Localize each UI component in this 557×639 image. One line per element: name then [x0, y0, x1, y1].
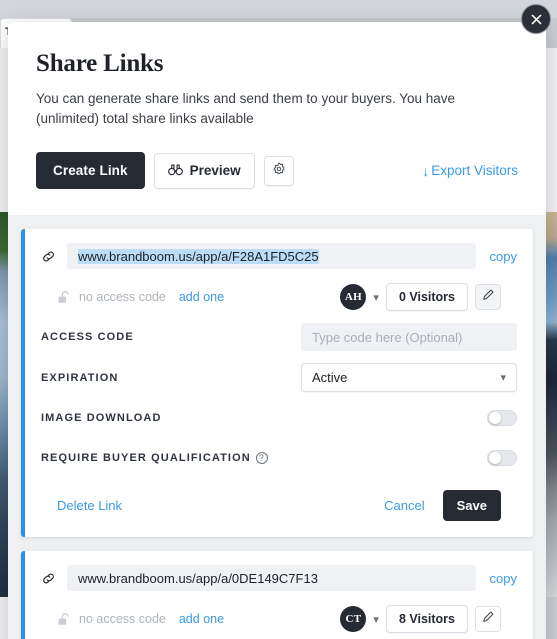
unlocked-padlock-icon — [57, 612, 71, 627]
cancel-button[interactable]: Cancel — [384, 498, 424, 513]
edit-link-button[interactable] — [475, 284, 501, 310]
share-link-url-field[interactable]: www.brandboom.us/app/a/0DE149C7F13 — [67, 565, 476, 591]
pencil-icon — [482, 610, 495, 628]
expiration-value: Active — [312, 370, 348, 385]
buyer-qualification-row: REQUIRE BUYER QUALIFICATION ? — [41, 432, 517, 472]
image-download-toggle[interactable] — [487, 410, 517, 426]
preview-button-label: Preview — [189, 163, 241, 178]
chevron-down-icon[interactable]: ▾ — [373, 613, 379, 626]
share-link-meta-right: AH ▾ 0 Visitors — [340, 283, 501, 311]
buyer-qualification-label-text: REQUIRE BUYER QUALIFICATION — [41, 452, 251, 464]
share-link-url-text: www.brandboom.us/app/a/0DE149C7F13 — [78, 570, 318, 586]
share-link-form-actions: Delete Link Cancel Save — [41, 472, 517, 537]
access-code-row: ACCESS CODE — [41, 311, 517, 351]
share-link-url-text: www.brandboom.us/app/a/F28A1FD5C25 — [78, 248, 319, 264]
background-topbar — [0, 0, 557, 18]
visitors-button[interactable]: 0 Visitors — [385, 283, 468, 311]
share-links-modal: Share Links You can generate share links… — [8, 22, 546, 639]
access-code-control — [301, 323, 517, 351]
image-download-row: IMAGE DOWNLOAD — [41, 392, 517, 432]
chevron-down-icon[interactable]: ▾ — [373, 291, 379, 304]
share-link-card: www.brandboom.us/app/a/F28A1FD5C25 copy … — [21, 229, 533, 537]
buyer-qualification-label: REQUIRE BUYER QUALIFICATION ? — [41, 452, 268, 464]
delete-link-button[interactable]: Delete Link — [57, 498, 122, 513]
access-code-input[interactable] — [301, 323, 517, 351]
modal-subtitle: You can generate share links and send th… — [36, 91, 456, 126]
share-link-card: www.brandboom.us/app/a/0DE149C7F13 copy … — [21, 551, 533, 639]
expiration-row: EXPIRATION Active ▾ — [41, 351, 517, 392]
add-access-code-link[interactable]: add one — [179, 612, 224, 626]
expiration-select[interactable]: Active ▾ — [301, 363, 517, 392]
share-link-url-row: www.brandboom.us/app/a/F28A1FD5C25 copy — [41, 243, 517, 269]
save-button[interactable]: Save — [442, 490, 501, 521]
settings-button[interactable] — [263, 155, 294, 186]
chevron-down-icon: ▾ — [500, 372, 506, 384]
add-access-code-link[interactable]: add one — [179, 290, 224, 304]
expiration-control: Active ▾ — [301, 363, 517, 392]
close-button[interactable] — [521, 4, 551, 34]
buyer-qualification-control — [487, 450, 517, 466]
avatar[interactable]: AH — [340, 284, 367, 310]
share-link-url-field[interactable]: www.brandboom.us/app/a/F28A1FD5C25 — [67, 243, 476, 269]
toolbar: Create Link Preview ↓ Export Visitors — [36, 152, 518, 215]
avatar[interactable]: CT — [340, 606, 367, 632]
binoculars-icon — [167, 163, 183, 179]
no-access-code-text: no access code — [79, 612, 166, 626]
share-link-form: ACCESS CODE EXPIRATION Active ▾ — [25, 311, 533, 537]
create-link-button[interactable]: Create Link — [36, 152, 145, 189]
copy-link-button[interactable]: copy — [487, 249, 517, 264]
modal-header: Share Links You can generate share links… — [8, 22, 546, 215]
share-link-url-row: www.brandboom.us/app/a/0DE149C7F13 copy — [41, 565, 517, 591]
buyer-qualification-toggle[interactable] — [487, 450, 517, 466]
gear-icon — [272, 162, 286, 179]
export-visitors-link[interactable]: ↓ Export Visitors — [422, 163, 518, 178]
export-visitors-label: Export Visitors — [431, 163, 518, 178]
unlocked-padlock-icon — [57, 290, 71, 305]
help-icon[interactable]: ? — [255, 452, 268, 464]
chain-link-icon — [41, 571, 56, 586]
chain-link-icon — [41, 249, 56, 264]
share-link-meta-row: no access code add one CT ▾ 8 Visitors — [41, 591, 517, 633]
share-link-meta-row: no access code add one AH ▾ 0 Visitors — [41, 269, 517, 311]
visitors-button[interactable]: 8 Visitors — [385, 605, 468, 633]
share-links-list: www.brandboom.us/app/a/F28A1FD5C25 copy … — [8, 215, 546, 639]
edit-link-button[interactable] — [475, 606, 501, 632]
toggle-knob — [489, 452, 501, 464]
copy-link-button[interactable]: copy — [487, 571, 517, 586]
image-download-label: IMAGE DOWNLOAD — [41, 412, 162, 424]
share-link-meta-right: CT ▾ 8 Visitors — [340, 605, 501, 633]
share-link-card-top: www.brandboom.us/app/a/F28A1FD5C25 copy … — [25, 229, 533, 311]
pencil-icon — [482, 288, 495, 306]
access-code-label: ACCESS CODE — [41, 331, 134, 343]
image-download-control — [487, 410, 517, 426]
share-link-card-top: www.brandboom.us/app/a/0DE149C7F13 copy … — [25, 551, 533, 639]
close-icon — [530, 13, 543, 26]
page-title: Share Links — [36, 50, 164, 77]
preview-button[interactable]: Preview — [153, 152, 255, 189]
download-arrow-icon: ↓ — [422, 162, 430, 179]
no-access-code-text: no access code — [79, 290, 166, 304]
expiration-label: EXPIRATION — [41, 371, 119, 384]
toggle-knob — [489, 412, 501, 424]
